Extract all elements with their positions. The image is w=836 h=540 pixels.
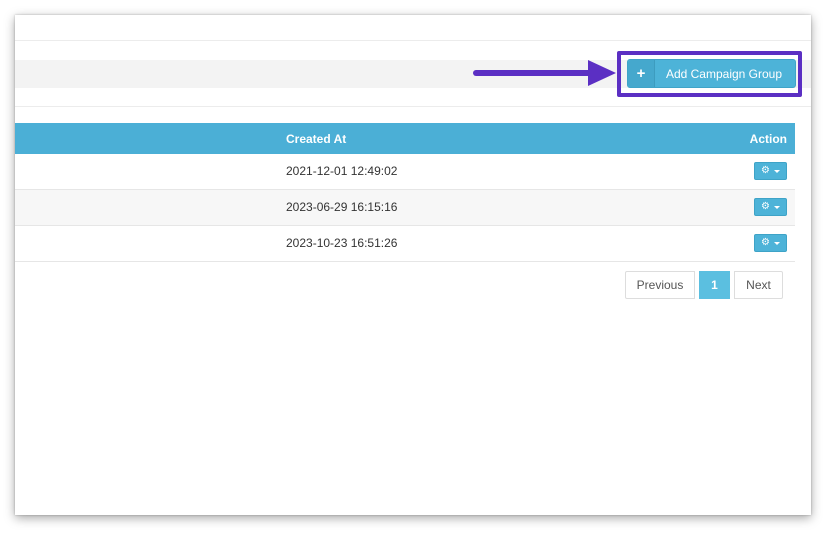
row-action-dropdown-button[interactable]: ⚙ [754, 162, 787, 180]
gear-icon: ⚙ [761, 201, 770, 212]
created-at-cell: 2021-12-01 12:49:02 [286, 164, 398, 178]
table-row: 2021-12-01 12:49:02 ⚙ [15, 154, 795, 190]
table-header: Created At Action [15, 123, 795, 154]
app-window: + Add Campaign Group Created At Action 2… [15, 15, 811, 515]
column-header-action: Action [749, 132, 787, 146]
caret-down-icon [773, 169, 780, 173]
pagination: Previous 1 Next [625, 271, 783, 299]
caret-down-icon [773, 241, 780, 245]
table-row: 2023-06-29 16:15:16 ⚙ [15, 190, 795, 226]
row-action-dropdown-button[interactable]: ⚙ [754, 198, 787, 216]
campaign-groups-table: Created At Action 2021-12-01 12:49:02 ⚙ … [15, 123, 795, 262]
gear-icon: ⚙ [761, 165, 770, 176]
plus-icon: + [628, 60, 655, 87]
caret-down-icon [773, 205, 780, 209]
column-header-created-at[interactable]: Created At [286, 132, 346, 146]
top-strip [15, 15, 811, 41]
pagination-next-button[interactable]: Next [734, 271, 783, 299]
table-row: 2023-10-23 16:51:26 ⚙ [15, 226, 795, 262]
pagination-previous-button[interactable]: Previous [625, 271, 695, 299]
pointer-arrow-icon [473, 60, 616, 86]
created-at-cell: 2023-10-23 16:51:26 [286, 236, 398, 250]
created-at-cell: 2023-06-29 16:15:16 [286, 200, 398, 214]
row-action-dropdown-button[interactable]: ⚙ [754, 234, 787, 252]
add-campaign-group-label: Add Campaign Group [665, 66, 783, 81]
gear-icon: ⚙ [761, 237, 770, 248]
pagination-page-1[interactable]: 1 [699, 271, 730, 299]
add-campaign-group-button[interactable]: + Add Campaign Group [627, 59, 796, 88]
toolbar-divider [15, 106, 811, 107]
